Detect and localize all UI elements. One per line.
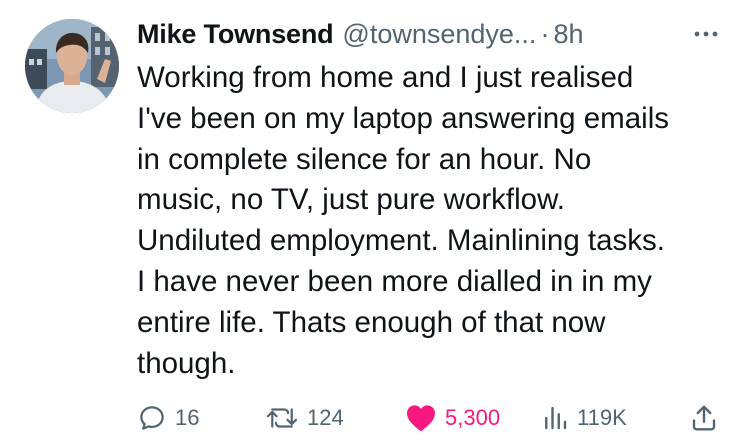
author-handle[interactable]: @townsendye... [342,19,536,50]
tweet-actions: 16 124 5,300 119K [137,397,727,439]
like-button[interactable]: 5,300 [405,397,500,439]
views-button[interactable]: 119K [541,397,627,439]
avatar[interactable] [25,19,119,113]
views-icon [545,406,567,430]
separator-dot: · [540,18,550,49]
heart-icon [407,405,435,432]
retweet-icon [266,408,298,428]
retweet-count: 124 [307,405,344,430]
share-button[interactable] [689,397,719,439]
share-icon [692,405,716,431]
more-options-button[interactable] [689,24,723,44]
reply-icon [140,406,164,430]
like-count: 5,300 [445,405,501,430]
profile-photo [25,19,119,113]
tweet-header: Mike Townsend @townsendye... · 8h [137,14,583,54]
more-icon [694,31,718,37]
tweet-text: Working from home and I just realised I'… [137,61,670,380]
author-name[interactable]: Mike Townsend [137,19,334,50]
views-count: 119K [577,405,627,430]
reply-count: 16 [175,405,200,430]
reply-button[interactable]: 16 [137,397,199,439]
timestamp[interactable]: 8h [553,19,583,50]
retweet-button[interactable]: 124 [265,397,344,439]
